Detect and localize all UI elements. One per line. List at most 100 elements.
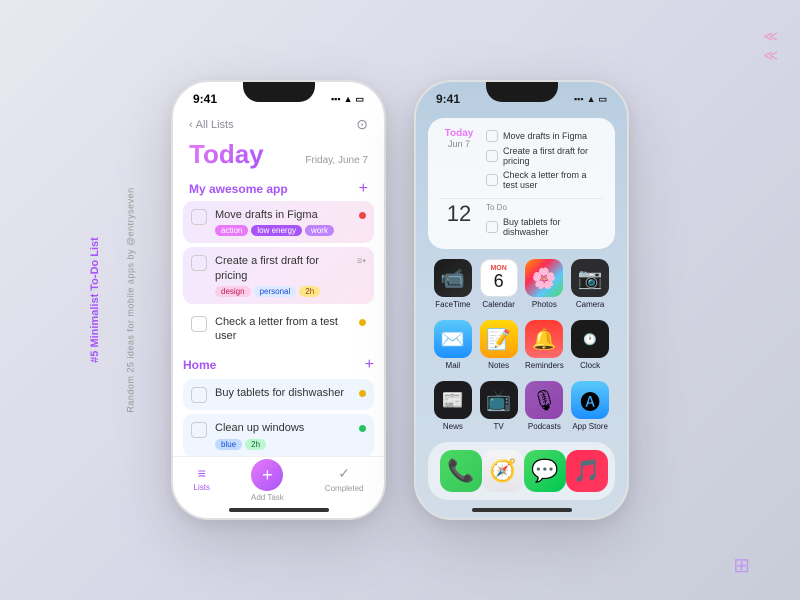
task-checkbox[interactable] — [191, 316, 207, 332]
settings-icon[interactable]: ⊙ — [356, 116, 368, 133]
task-dot-yellow — [359, 390, 366, 397]
widget-task-item: Buy tablets for dishwasher — [486, 215, 603, 239]
tab-add-task[interactable]: + Add Task — [251, 465, 284, 502]
widget-folder-tasks: To Do Buy tablets for dishwasher — [486, 203, 603, 239]
status-time-right: 9:41 — [436, 92, 460, 106]
task-item[interactable]: Check a letter from a test user — [183, 308, 374, 351]
dock-safari-icon: 🧭 — [482, 450, 524, 492]
ios-phone: 9:41 ▪▪▪ ▲ ▭ Today Jun 7 Move drafts in … — [414, 80, 629, 520]
task-text-area: Create a first draft for pricing design … — [215, 254, 349, 297]
dock-phone-icon: 📞 — [440, 450, 482, 492]
task-checkbox[interactable] — [191, 209, 207, 225]
app-item-reminders[interactable]: 🔔 Reminders — [524, 320, 566, 373]
podcasts-icon: 🎙 — [525, 381, 563, 419]
tab-completed[interactable]: ✓ Completed — [325, 465, 364, 502]
task-text-area: Buy tablets for dishwasher — [215, 386, 351, 400]
task-text: Buy tablets for dishwasher — [215, 386, 351, 400]
section-awesome-add[interactable]: + — [359, 180, 368, 198]
widget-task-item: Move drafts in Figma — [486, 128, 603, 144]
app-label: Clock — [580, 361, 600, 370]
task-checkbox[interactable] — [191, 387, 207, 403]
tab-lists[interactable]: ≡ Lists — [194, 465, 210, 502]
widget-checkbox[interactable] — [486, 150, 498, 162]
widget-checkbox[interactable] — [486, 174, 498, 186]
app-item-facetime[interactable]: 📹 FaceTime — [432, 259, 474, 312]
task-item[interactable]: Create a first draft for pricing design … — [183, 247, 374, 304]
app-item-news[interactable]: 📰 News — [432, 381, 474, 434]
task-action-icon: ≡• — [357, 256, 366, 267]
app-label: Calendar — [482, 300, 514, 309]
appstore-icon: 🅐 — [571, 381, 609, 419]
widget-folder-row: 12 To Do Buy tablets for dishwasher — [440, 203, 603, 239]
widget-today-label: Today — [445, 128, 474, 139]
tag-design: design — [215, 286, 251, 297]
app-label: TV — [494, 422, 504, 431]
completed-icon: ✓ — [338, 465, 350, 482]
tag-blue: blue — [215, 439, 242, 450]
widget-task-text: Check a letter from a test user — [503, 170, 603, 190]
tag-work: work — [305, 225, 334, 236]
app-item-appstore[interactable]: 🅐 App Store — [569, 381, 611, 434]
task-dot-yellow — [359, 319, 366, 326]
app-label: Notes — [488, 361, 509, 370]
app-item-mail[interactable]: ✉️ Mail — [432, 320, 474, 373]
task-dot-red — [359, 212, 366, 219]
todo-nav: ‹ All Lists ⊙ — [189, 116, 368, 133]
widget-row: Today Jun 7 Move drafts in Figma Create … — [440, 128, 603, 192]
app-label: News — [443, 422, 463, 431]
task-text: Create a first draft for pricing — [215, 254, 349, 283]
mail-icon: ✉️ — [434, 320, 472, 358]
dock-app-phone[interactable]: 📞 — [440, 450, 482, 492]
dock-app-messages[interactable]: 💬 — [524, 450, 566, 492]
tag-low-energy: low energy — [251, 225, 302, 236]
tv-icon: 📺 — [480, 381, 518, 419]
app-item-podcasts[interactable]: 🎙 Podcasts — [524, 381, 566, 434]
arrow-icon-2: ≪ — [763, 47, 778, 64]
back-button[interactable]: ‹ All Lists — [189, 119, 234, 131]
app-label: FaceTime — [435, 300, 470, 309]
app-item-camera[interactable]: 📷 Camera — [569, 259, 611, 312]
widget-folder-label: To Do — [486, 203, 603, 212]
todo-widget[interactable]: Today Jun 7 Move drafts in Figma Create … — [428, 118, 615, 249]
tag-personal: personal — [254, 286, 297, 297]
task-item[interactable]: Move drafts in Figma action low energy w… — [183, 201, 374, 243]
wifi-icon-r: ▲ — [587, 94, 596, 104]
signal-icon: ▪▪▪ — [331, 94, 341, 104]
dock-app-music[interactable]: 🎵 — [566, 450, 608, 492]
app-item-tv[interactable]: 📺 TV — [478, 381, 520, 434]
app-item-calendar[interactable]: MON 6 Calendar — [478, 259, 520, 312]
tag-action: action — [215, 225, 248, 236]
task-checkbox[interactable] — [191, 422, 207, 438]
widget-checkbox[interactable] — [486, 221, 498, 233]
task-item[interactable]: Clean up windows blue 2h — [183, 414, 374, 456]
tab-add-label: Add Task — [251, 493, 284, 502]
battery-icon: ▭ — [355, 94, 364, 105]
corner-arrows-top-right: ≪ ≪ — [763, 28, 778, 64]
status-icons-left: ▪▪▪ ▲ ▭ — [331, 94, 364, 105]
photos-icon: 🌸 — [525, 259, 563, 297]
dock-messages-icon: 💬 — [524, 450, 566, 492]
add-icon: + — [262, 466, 273, 484]
task-tags: blue 2h — [215, 439, 351, 450]
app-item-clock[interactable]: 🕐 Clock — [569, 320, 611, 373]
app-item-notes[interactable]: 📝 Notes — [478, 320, 520, 373]
app-grid: 📹 FaceTime MON 6 Calendar 🌸 Photos 📷 Cam… — [416, 255, 627, 438]
widget-date-col: Today Jun 7 — [440, 128, 478, 149]
wifi-icon: ▲ — [344, 94, 353, 104]
battery-icon-r: ▭ — [598, 94, 607, 105]
app-label: Camera — [576, 300, 604, 309]
task-checkbox[interactable] — [191, 255, 207, 271]
dock-app-safari[interactable]: 🧭 — [482, 450, 524, 492]
task-text: Check a letter from a test user — [215, 315, 351, 344]
section-home-header: Home + — [183, 354, 374, 375]
section-awesome-title: My awesome app — [189, 182, 288, 196]
app-label: App Store — [572, 422, 608, 431]
section-home-add[interactable]: + — [365, 356, 374, 374]
task-tags: design personal 2h — [215, 286, 349, 297]
widget-checkbox[interactable] — [486, 130, 498, 142]
task-item[interactable]: Buy tablets for dishwasher — [183, 379, 374, 410]
todo-content: ‹ All Lists ⊙ Today Friday, June 7 My aw… — [173, 110, 384, 508]
app-item-photos[interactable]: 🌸 Photos — [524, 259, 566, 312]
add-task-button[interactable]: + — [251, 459, 283, 491]
tab-completed-label: Completed — [325, 484, 364, 493]
